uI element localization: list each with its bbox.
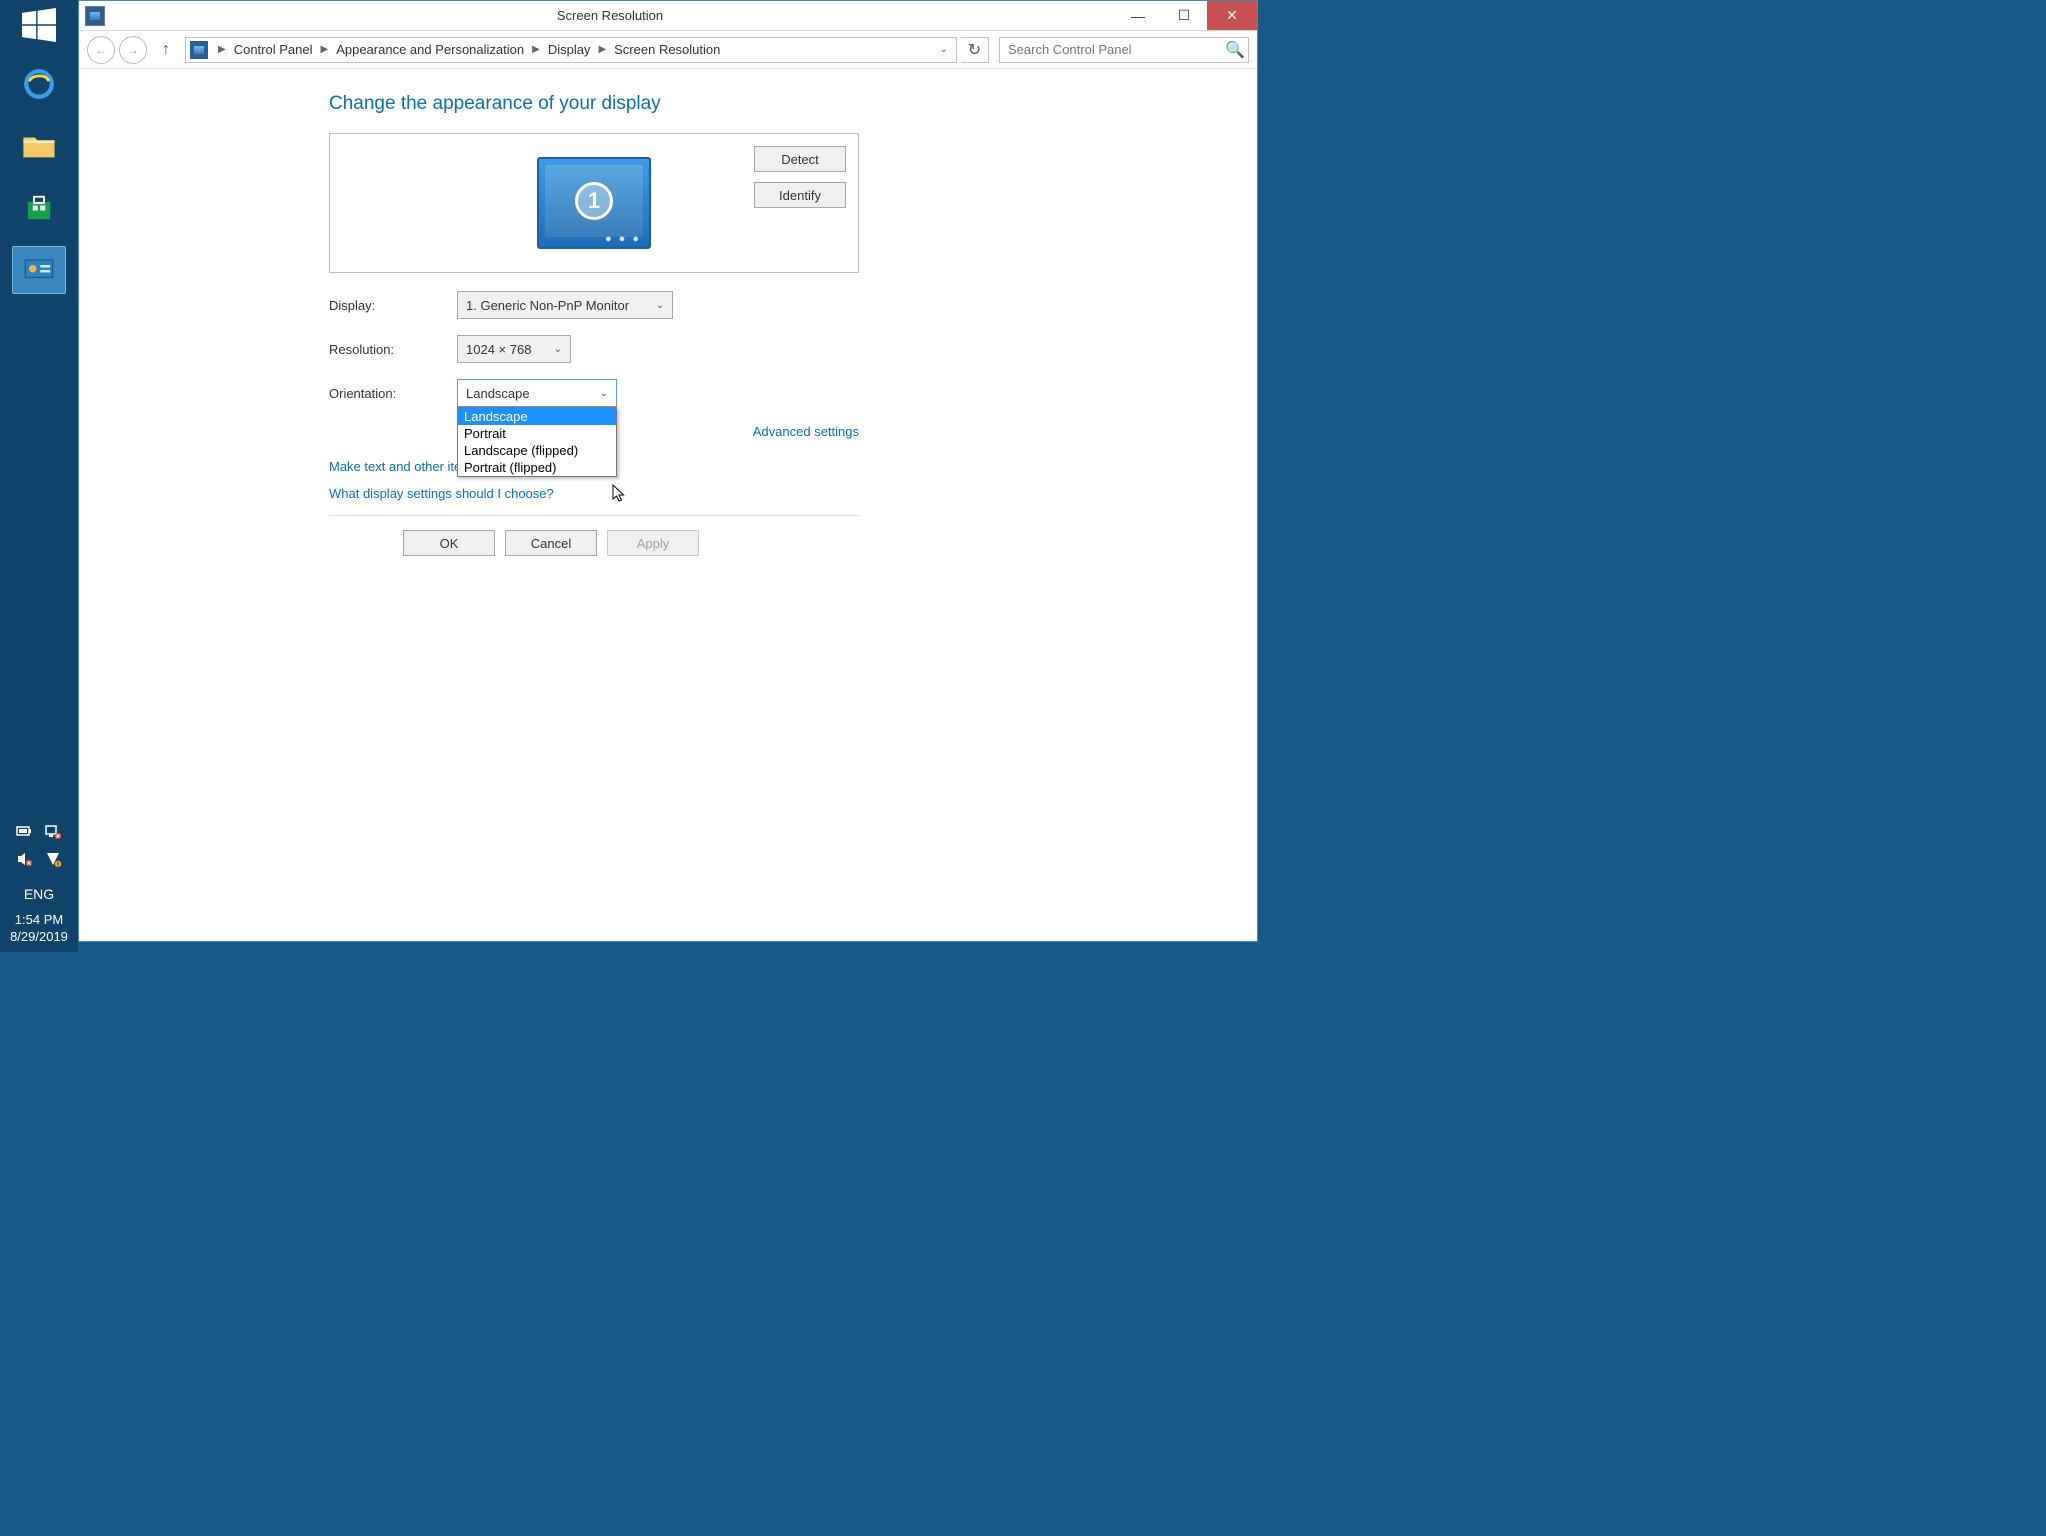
- search-icon[interactable]: 🔍: [1222, 40, 1248, 60]
- titlebar[interactable]: Screen Resolution — ☐ ✕: [79, 1, 1257, 31]
- chevron-down-icon[interactable]: ⌄: [932, 44, 956, 55]
- breadcrumb-screen-resolution[interactable]: Screen Resolution: [612, 42, 722, 57]
- ok-button[interactable]: OK: [403, 530, 495, 556]
- folder-icon: [22, 131, 56, 161]
- action-center-icon[interactable]: [44, 851, 62, 872]
- taskbar-control-panel[interactable]: [12, 246, 66, 294]
- taskbar-ie[interactable]: [12, 60, 66, 108]
- start-button[interactable]: [12, 4, 66, 46]
- monitor-preview-box: 1 ● ● ● Detect Identify: [329, 133, 859, 273]
- page-heading: Change the appearance of your display: [329, 93, 859, 115]
- clock[interactable]: 1:54 PM 8/29/2019: [10, 912, 68, 946]
- window-title: Screen Resolution: [105, 8, 1115, 23]
- orientation-option-portrait[interactable]: Portrait: [458, 425, 616, 442]
- breadcrumb[interactable]: ▶ Control Panel ▶ Appearance and Persona…: [185, 37, 957, 63]
- orientation-label: Orientation:: [329, 386, 457, 401]
- dialog-footer: OK Cancel Apply: [329, 515, 859, 570]
- close-button[interactable]: ✕: [1207, 1, 1257, 30]
- titlebar-app-icon: [85, 6, 105, 26]
- chevron-down-icon: ⌄: [600, 388, 608, 399]
- maximize-button[interactable]: ☐: [1161, 1, 1207, 30]
- apply-button: Apply: [607, 530, 699, 556]
- windows-logo-icon: [22, 8, 56, 42]
- language-indicator[interactable]: ENG: [24, 886, 54, 902]
- forward-button[interactable]: →: [119, 36, 147, 64]
- chevron-right-icon[interactable]: ▶: [212, 44, 232, 55]
- display-label: Display:: [329, 298, 457, 313]
- detect-button[interactable]: Detect: [754, 146, 846, 172]
- up-button[interactable]: ↑: [155, 39, 177, 61]
- tray-row-1: [16, 824, 62, 843]
- advanced-settings-link[interactable]: Advanced settings: [753, 424, 859, 439]
- identify-button[interactable]: Identify: [754, 182, 846, 208]
- breadcrumb-display[interactable]: Display: [546, 42, 593, 57]
- search-box[interactable]: 🔍: [999, 37, 1249, 63]
- address-bar-row: ← → ↑ ▶ Control Panel ▶ Appearance and P…: [79, 31, 1257, 69]
- window: Screen Resolution — ☐ ✕ ← → ↑ ▶ Control …: [78, 0, 1258, 942]
- help-link[interactable]: What display settings should I choose?: [329, 486, 859, 501]
- orientation-option-landscape[interactable]: Landscape: [458, 408, 616, 425]
- back-button[interactable]: ←: [87, 36, 115, 64]
- monitor-preview[interactable]: 1 ● ● ●: [537, 157, 651, 249]
- chevron-down-icon: ⌄: [656, 300, 664, 311]
- orientation-option-landscape-flipped[interactable]: Landscape (flipped): [458, 442, 616, 459]
- orientation-dropdown: Landscape Portrait Landscape (flipped) P…: [457, 407, 617, 477]
- volume-icon[interactable]: [16, 851, 34, 872]
- ie-icon: [22, 67, 56, 101]
- search-input[interactable]: [1000, 42, 1222, 57]
- clock-date: 8/29/2019: [10, 929, 68, 946]
- refresh-button[interactable]: ↻: [961, 37, 989, 63]
- minimize-button[interactable]: —: [1115, 1, 1161, 30]
- resolution-label: Resolution:: [329, 342, 457, 357]
- monitor-number: 1: [575, 182, 613, 220]
- taskbar-store[interactable]: [12, 184, 66, 232]
- cancel-button[interactable]: Cancel: [505, 530, 597, 556]
- store-icon: [24, 193, 54, 223]
- display-combo[interactable]: 1. Generic Non-PnP Monitor ⌄: [457, 291, 673, 319]
- battery-icon[interactable]: [16, 824, 34, 843]
- display-value: 1. Generic Non-PnP Monitor: [466, 298, 629, 313]
- orientation-combo[interactable]: Landscape ⌄ Landscape Portrait Landscape…: [457, 379, 617, 407]
- content-area: Change the appearance of your display 1 …: [79, 69, 1257, 941]
- taskbar: ENG 1:54 PM 8/29/2019: [0, 0, 78, 952]
- clock-time: 1:54 PM: [10, 912, 68, 929]
- chevron-down-icon: ⌄: [554, 344, 562, 355]
- taskbar-explorer[interactable]: [12, 122, 66, 170]
- chevron-right-icon[interactable]: ▶: [314, 44, 334, 55]
- orientation-option-portrait-flipped[interactable]: Portrait (flipped): [458, 459, 616, 476]
- breadcrumb-control-panel[interactable]: Control Panel: [232, 42, 315, 57]
- monitor-dots-icon: ● ● ●: [605, 233, 641, 245]
- display-settings-icon: [24, 258, 54, 282]
- tray-row-2: [16, 851, 62, 872]
- breadcrumb-appearance[interactable]: Appearance and Personalization: [334, 42, 526, 57]
- chevron-right-icon[interactable]: ▶: [526, 44, 546, 55]
- orientation-value: Landscape: [466, 386, 530, 401]
- resolution-combo[interactable]: 1024 × 768 ⌄: [457, 335, 571, 363]
- resolution-value: 1024 × 768: [466, 342, 531, 357]
- network-icon[interactable]: [44, 824, 62, 843]
- chevron-right-icon[interactable]: ▶: [592, 44, 612, 55]
- breadcrumb-icon: [190, 41, 208, 59]
